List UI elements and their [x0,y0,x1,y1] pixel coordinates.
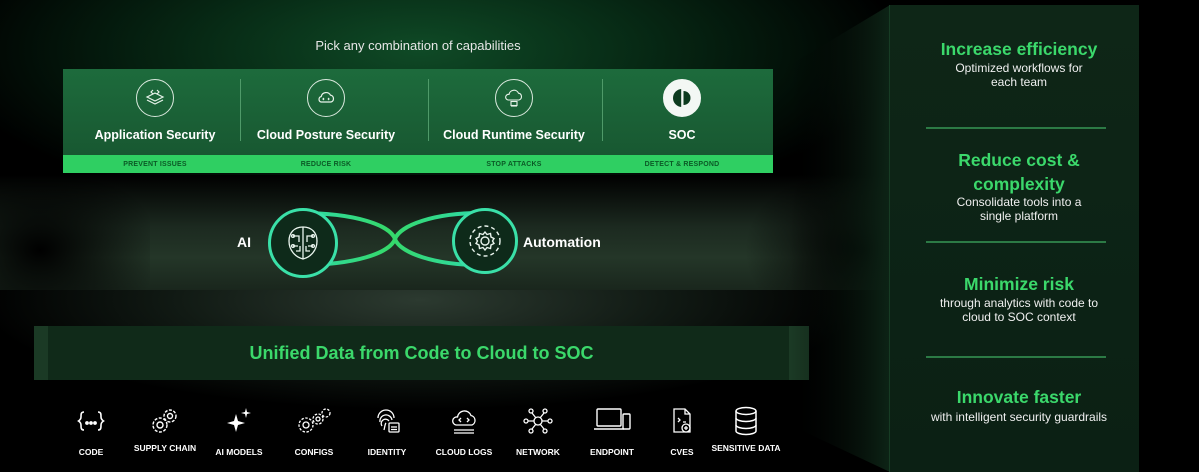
source-network: NETWORK [498,404,578,457]
benefit-text: Optimized workflows for each team [955,61,1083,89]
cloud-logs-icon [424,404,504,438]
capability-title: Cloud Posture Security [256,128,396,142]
source-supply-chain: SUPPLY CHAIN [125,404,205,453]
capability-outcome: STOP ATTACKS [486,161,542,168]
benefit-text: through analytics with code to cloud to … [939,296,1099,324]
capability-outcome: PREVENT ISSUES [123,161,187,168]
benefit-title: Reduce cost & complexity [958,150,1080,194]
capability-outcome: REDUCE RISK [300,161,352,168]
benefit-divider [926,356,1106,358]
source-endpoint: ENDPOINT [572,404,652,457]
soc-logo-icon [663,79,701,117]
benefit-title: Increase efficiency [940,39,1098,59]
source-identity: IDENTITY [347,404,427,457]
source-label: CONFIGS [294,447,334,457]
source-configs: CONFIGS [274,404,354,457]
capability-soc[interactable]: SOC [612,69,752,155]
capability-application-security[interactable]: Application Security [80,69,230,155]
automation-label: Automation [523,234,601,250]
benefit-divider [926,127,1106,129]
source-label: SUPPLY CHAIN [133,443,197,453]
source-label: NETWORK [516,447,560,457]
capability-outcome: DETECT & RESPOND [644,161,720,168]
source-label: CODE [78,447,104,457]
source-code: CODE [51,404,131,457]
sparkle-icon [199,404,279,438]
source-cloud-logs: CLOUD LOGS [424,404,504,457]
source-label: AI MODELS [215,447,263,457]
capability-cloud-runtime-security[interactable]: Cloud Runtime Security [438,69,590,155]
source-sensitive-data: SENSITIVE DATA [706,404,786,453]
capability-title: SOC [668,128,696,142]
network-icon [498,404,578,438]
source-label: SENSITIVE DATA [711,443,781,453]
capability-title: Cloud Runtime Security [443,128,585,142]
capability-title: Application Security [94,128,216,142]
cloud-chip-icon [495,79,533,117]
source-label: ENDPOINT [590,447,634,457]
fingerprint-icon [347,404,427,438]
capability-divider [428,79,429,141]
benefit-text: with intelligent security guardrails [930,410,1108,424]
capability-divider [602,79,603,141]
source-label: CLOUD LOGS [435,447,493,457]
braces-icon [51,404,131,438]
database-icon [706,404,786,438]
benefit-divider [926,241,1106,243]
code-layers-icon [136,79,174,117]
cloud-code-icon [307,79,345,117]
capability-divider [240,79,241,141]
ai-label: AI [237,234,251,250]
config-gears-icon [274,404,354,438]
benefit-title: Minimize risk [964,274,1074,294]
unified-data-title: Unified Data from Code to Cloud to SOC [249,343,594,363]
capability-cloud-posture-security[interactable]: Cloud Posture Security [250,69,402,155]
source-label: IDENTITY [367,447,407,457]
automation-gear-icon [452,208,518,274]
source-ai-models: AI MODELS [199,404,279,457]
ai-brain-icon [268,208,338,278]
benefits-bridge [790,5,890,472]
benefit-title: Innovate faster [956,387,1082,407]
gears-icon [125,404,205,438]
laptop-icon [572,404,652,438]
benefit-text: Consolidate tools into a single platform [956,195,1082,223]
capabilities-heading: Pick any combination of capabilities [315,38,521,53]
